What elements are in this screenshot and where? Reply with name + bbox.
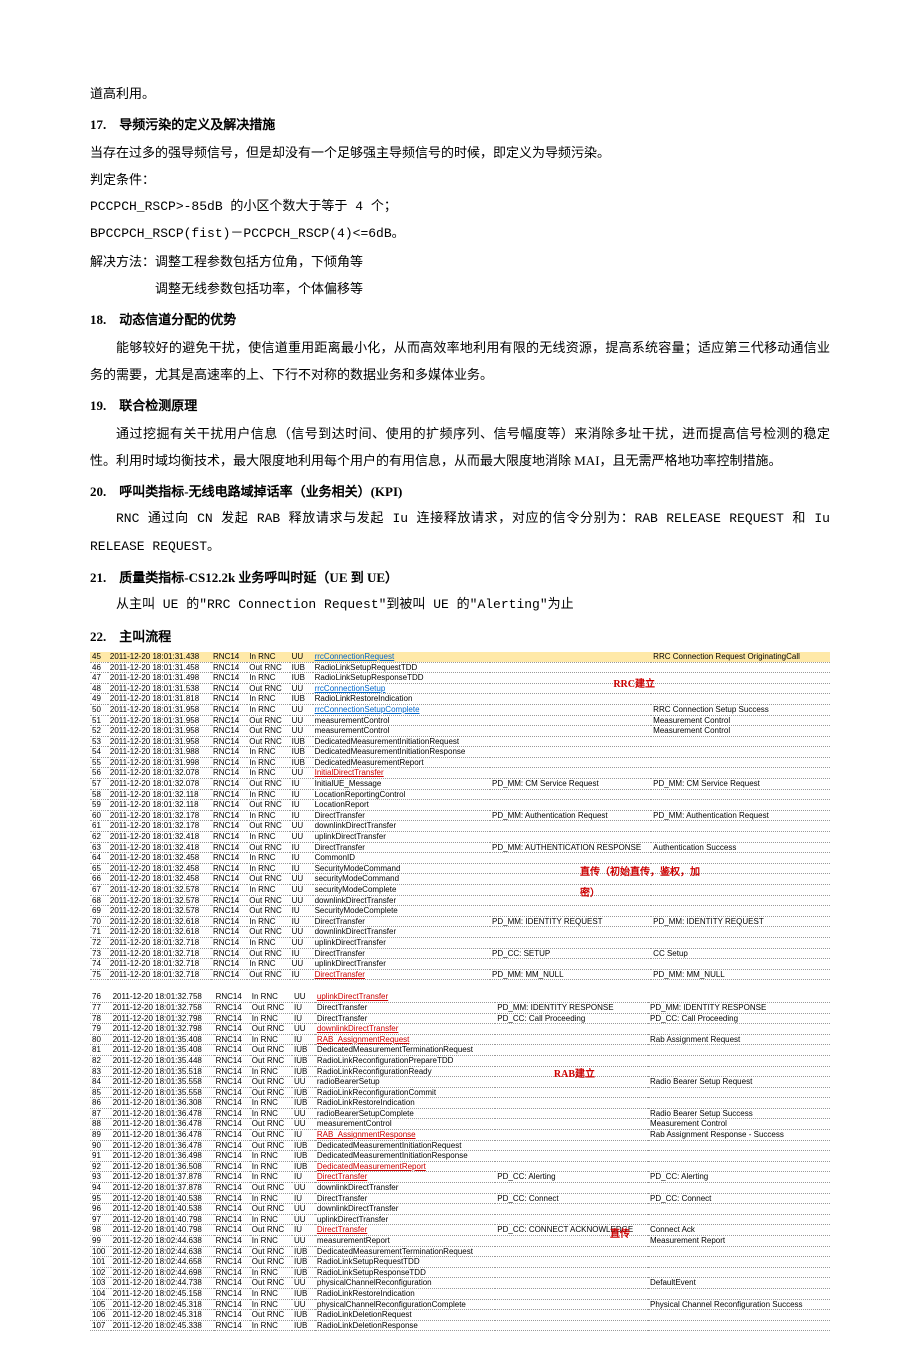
signaling-table-a-wrap: RRC建立 直传（初始直传，鉴权，加密） 452011-12-20 18:01:… (90, 652, 830, 980)
table-row: 772011-12-20 18:01:32.758RNC14Out RNCIUD… (90, 1002, 830, 1013)
s17-p4: BPCCPCH_RSCP(fist)－PCCPCH_RSCP(4)<=6dB。 (90, 220, 830, 247)
table-row: 712011-12-20 18:01:32.618RNC14Out RNCUUd… (90, 927, 830, 938)
table-row: 662011-12-20 18:01:32.458RNC14Out RNCUUs… (90, 874, 830, 885)
table-row: 552011-12-20 18:01:31.998RNC14In RNCIUBD… (90, 757, 830, 768)
table-row: 822011-12-20 18:01:35.448RNC14Out RNCIUB… (90, 1055, 830, 1066)
s17-p3: PCCPCH_RSCP>-85dB 的小区个数大于等于 4 个； (90, 193, 830, 220)
annot-dt: 直传（初始直传，鉴权，加密） (580, 862, 710, 904)
intro-line: 道高利用。 (90, 80, 830, 107)
table-row: 542011-12-20 18:01:31.988RNC14In RNCIUBD… (90, 747, 830, 758)
s20-p1: RNC 通过向 CN 发起 RAB 释放请求与发起 Iu 连接释放请求，对应的信… (90, 505, 830, 560)
section-17-title: 17. 导频污染的定义及解决措施 (90, 111, 830, 138)
table-row: 1002011-12-20 18:02:44.638RNC14Out RNCIU… (90, 1246, 830, 1257)
table-row: 572011-12-20 18:01:32.078RNC14Out RNCIUI… (90, 779, 830, 790)
table-row: 1022011-12-20 18:02:44.698RNC14In RNCIUB… (90, 1267, 830, 1278)
table-row: 852011-12-20 18:01:35.558RNC14Out RNCIUB… (90, 1087, 830, 1098)
table-row: 702011-12-20 18:01:32.618RNC14In RNCIUDi… (90, 916, 830, 927)
table-row: 922011-12-20 18:01:36.508RNC14In RNCIUBD… (90, 1161, 830, 1172)
signaling-table-b: 762011-12-20 18:01:32.758RNC14In RNCUUup… (90, 992, 830, 1331)
s17-p5: 解决方法：调整工程参数包括方位角，下倾角等 (90, 248, 830, 275)
table-row: 892011-12-20 18:01:36.478RNC14Out RNCIUR… (90, 1130, 830, 1141)
table-row: 512011-12-20 18:01:31.958RNC14Out RNCUUm… (90, 715, 830, 726)
section-19-title: 19. 联合检测原理 (90, 392, 830, 419)
section-22-title: 22. 主叫流程 (90, 623, 830, 650)
section-20-title: 20. 呼叫类指标-无线电路域掉话率（业务相关）(KPI) (90, 478, 830, 505)
table-row: 472011-12-20 18:01:31.498RNC14In RNCIUBR… (90, 673, 830, 684)
table-row: 452011-12-20 18:01:31.438RNC14In RNCUUrr… (90, 652, 830, 662)
annot-rab: RAB建立 (554, 1064, 595, 1085)
table-row: 962011-12-20 18:01:40.538RNC14Out RNCUUd… (90, 1204, 830, 1215)
table-row: 1042011-12-20 18:02:45.158RNC14In RNCIUB… (90, 1288, 830, 1299)
signaling-table-a: 452011-12-20 18:01:31.438RNC14In RNCUUrr… (90, 652, 830, 980)
table-row: 792011-12-20 18:01:32.798RNC14Out RNCUUd… (90, 1024, 830, 1035)
table-row: 692011-12-20 18:01:32.578RNC14Out RNCIUS… (90, 906, 830, 917)
table-row: 672011-12-20 18:01:32.578RNC14In RNCUUse… (90, 885, 830, 896)
table-row: 992011-12-20 18:02:44.638RNC14In RNCUUme… (90, 1236, 830, 1247)
table-row: 802011-12-20 18:01:35.408RNC14In RNCIURA… (90, 1034, 830, 1045)
s17-p1: 当存在过多的强导频信号，但是却没有一个足够强主导频信号的时候，即定义为导频污染。 (90, 139, 830, 166)
table-row: 872011-12-20 18:01:36.478RNC14In RNCUUra… (90, 1108, 830, 1119)
table-row: 612011-12-20 18:01:32.178RNC14Out RNCUUd… (90, 821, 830, 832)
table-row: 532011-12-20 18:01:31.958RNC14Out RNCIUB… (90, 736, 830, 747)
table-row: 742011-12-20 18:01:32.718RNC14In RNCUUup… (90, 959, 830, 970)
table-row: 602011-12-20 18:01:32.178RNC14In RNCIUDi… (90, 810, 830, 821)
table-row: 832011-12-20 18:01:35.518RNC14In RNCIUBR… (90, 1066, 830, 1077)
table-row: 582011-12-20 18:01:32.118RNC14In RNCIULo… (90, 789, 830, 800)
table-row: 912011-12-20 18:01:36.498RNC14In RNCIUBD… (90, 1151, 830, 1162)
section-18-title: 18. 动态信道分配的优势 (90, 306, 830, 333)
table-row: 942011-12-20 18:01:37.878RNC14Out RNCUUd… (90, 1183, 830, 1194)
table-row: 642011-12-20 18:01:32.458RNC14In RNCIUCo… (90, 853, 830, 864)
table-row: 952011-12-20 18:01:40.538RNC14In RNCIUDi… (90, 1193, 830, 1204)
table-row: 982011-12-20 18:01:40.798RNC14Out RNCIUD… (90, 1225, 830, 1236)
table-row: 1012011-12-20 18:02:44.658RNC14Out RNCIU… (90, 1257, 830, 1268)
table-row: 732011-12-20 18:01:32.718RNC14Out RNCIUD… (90, 948, 830, 959)
table-row: 492011-12-20 18:01:31.818RNC14In RNCIUBR… (90, 694, 830, 705)
s19-p1: 通过挖掘有关干扰用户信息（信号到达时间、使用的扩频序列、信号幅度等）来消除多址干… (90, 420, 830, 475)
table-row: 1072011-12-20 18:02:45.338RNC14In RNCIUB… (90, 1320, 830, 1331)
table-row: 622011-12-20 18:01:32.418RNC14In RNCUUup… (90, 832, 830, 843)
table-row: 1062011-12-20 18:02:45.318RNC14Out RNCIU… (90, 1310, 830, 1321)
table-row: 1052011-12-20 18:02:45.318RNC14In RNCUUp… (90, 1299, 830, 1310)
annot-rrc: RRC建立 (613, 674, 655, 695)
signaling-table-b-wrap: RAB建立 直传 762011-12-20 18:01:32.758RNC14I… (90, 992, 830, 1331)
s17-p2: 判定条件： (90, 166, 830, 193)
table-row: 722011-12-20 18:01:32.718RNC14In RNCUUup… (90, 937, 830, 948)
table-row: 812011-12-20 18:01:35.408RNC14Out RNCIUB… (90, 1045, 830, 1056)
section-21-title: 21. 质量类指标-CS12.2k 业务呼叫时延（UE 到 UE） (90, 564, 830, 591)
table-row: 932011-12-20 18:01:37.878RNC14In RNCIUDi… (90, 1172, 830, 1183)
table-row: 562011-12-20 18:01:32.078RNC14In RNCUUIn… (90, 768, 830, 779)
table-row: 652011-12-20 18:01:32.458RNC14In RNCIUSe… (90, 863, 830, 874)
s17-p6: 调整无线参数包括功率，个体偏移等 (90, 275, 830, 302)
table-row: 862011-12-20 18:01:36.308RNC14In RNCIUBR… (90, 1098, 830, 1109)
table-row: 592011-12-20 18:01:32.118RNC14Out RNCIUL… (90, 800, 830, 811)
table-row: 482011-12-20 18:01:31.538RNC14Out RNCUUr… (90, 683, 830, 694)
table-row: 502011-12-20 18:01:31.958RNC14In RNCUUrr… (90, 704, 830, 715)
table-row: 882011-12-20 18:01:36.478RNC14Out RNCUUm… (90, 1119, 830, 1130)
table-row: 682011-12-20 18:01:32.578RNC14Out RNCUUd… (90, 895, 830, 906)
table-row: 762011-12-20 18:01:32.758RNC14In RNCUUup… (90, 992, 830, 1002)
s21-p1: 从主叫 UE 的"RRC Connection Request"到被叫 UE 的… (90, 591, 830, 618)
table-row: 972011-12-20 18:01:40.798RNC14In RNCUUup… (90, 1214, 830, 1225)
table-row: 782011-12-20 18:01:32.798RNC14In RNCIUDi… (90, 1013, 830, 1024)
table-row: 462011-12-20 18:01:31.458RNC14Out RNCIUB… (90, 662, 830, 673)
table-row: 752011-12-20 18:01:32.718RNC14Out RNCIUD… (90, 969, 830, 980)
table-row: 902011-12-20 18:01:36.478RNC14Out RNCIUB… (90, 1140, 830, 1151)
table-row: 1032011-12-20 18:02:44.738RNC14Out RNCUU… (90, 1278, 830, 1289)
annot-dt2: 直传 (610, 1224, 630, 1245)
table-row: 522011-12-20 18:01:31.958RNC14Out RNCUUm… (90, 726, 830, 737)
table-row: 632011-12-20 18:01:32.418RNC14Out RNCIUD… (90, 842, 830, 853)
table-row: 842011-12-20 18:01:35.558RNC14Out RNCUUr… (90, 1077, 830, 1088)
s18-p1: 能够较好的避免干扰，使信道重用距离最小化，从而高效率地利用有限的无线资源，提高系… (90, 334, 830, 389)
